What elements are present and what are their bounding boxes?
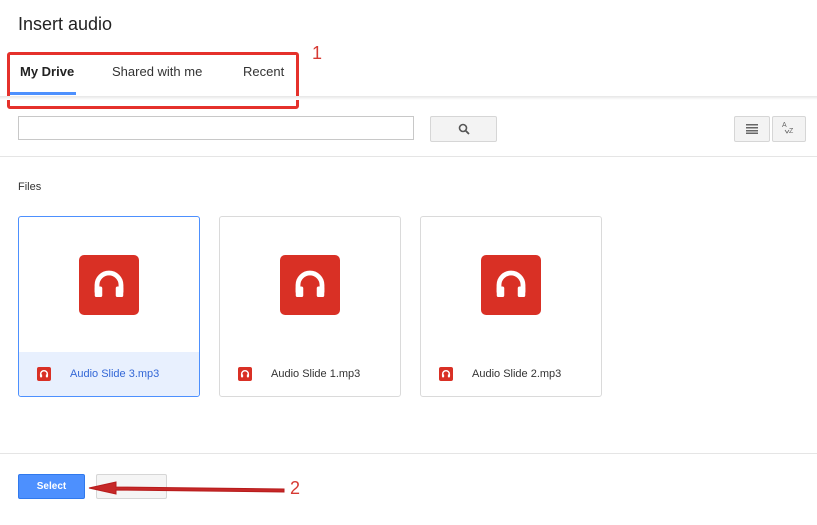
file-caption: Audio Slide 3.mp3	[19, 352, 199, 396]
search-icon	[458, 123, 470, 135]
svg-text:Z: Z	[789, 128, 794, 135]
file-card[interactable]: Audio Slide 1.mp3	[219, 216, 401, 397]
sort-az-icon: A Z	[782, 122, 794, 135]
file-thumbnail	[421, 217, 601, 353]
headphones-icon	[238, 367, 252, 381]
files-section-label: Files	[18, 181, 42, 193]
svg-text:A: A	[782, 122, 787, 129]
file-card[interactable]: Audio Slide 3.mp3	[18, 216, 200, 397]
headphones-icon	[481, 255, 541, 315]
list-view-icon	[746, 124, 758, 134]
annotation-number-1: 1	[312, 43, 323, 63]
headphones-icon	[439, 367, 453, 381]
annotation-number-2: 2	[290, 478, 301, 498]
file-caption: Audio Slide 2.mp3	[421, 352, 601, 396]
file-thumbnail	[19, 217, 199, 353]
file-name: Audio Slide 2.mp3	[472, 368, 562, 380]
select-button[interactable]: Select	[18, 474, 85, 499]
file-name: Audio Slide 3.mp3	[70, 368, 160, 380]
list-view-button[interactable]	[734, 116, 770, 142]
file-card[interactable]: Audio Slide 2.mp3	[420, 216, 602, 397]
cancel-button[interactable]	[96, 474, 167, 499]
file-thumbnail	[220, 217, 400, 353]
headphones-icon	[37, 367, 51, 381]
search-input[interactable]	[18, 116, 414, 140]
headphones-icon	[280, 255, 340, 315]
dialog-title: Insert audio	[18, 14, 113, 34]
header-divider	[0, 96, 817, 100]
annotation-box-tabs	[7, 52, 299, 109]
toolbar-divider	[0, 156, 817, 157]
headphones-icon	[79, 255, 139, 315]
footer-divider	[0, 453, 817, 454]
file-name: Audio Slide 1.mp3	[271, 368, 361, 380]
sort-button[interactable]: A Z	[772, 116, 806, 142]
search-button[interactable]	[430, 116, 497, 142]
file-caption: Audio Slide 1.mp3	[220, 352, 400, 396]
